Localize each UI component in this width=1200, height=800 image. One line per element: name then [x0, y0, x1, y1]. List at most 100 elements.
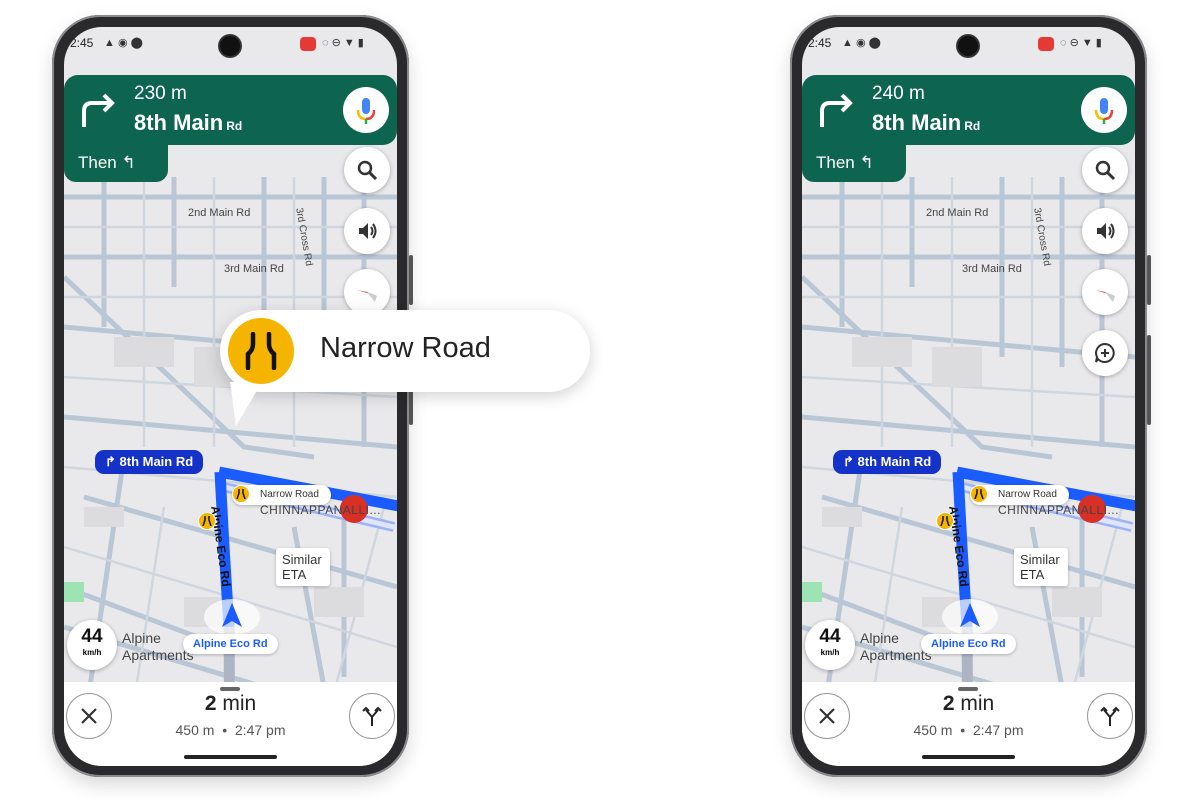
turn-left-icon: ↰ [121, 153, 136, 172]
route-options-button[interactable] [349, 693, 395, 739]
alternate-routes-icon [1100, 706, 1120, 726]
speedometer: 44 km/h [805, 620, 855, 670]
then-instruction[interactable]: Then ↰ [802, 145, 906, 182]
power-button [409, 255, 413, 305]
turn-left-icon: ↰ [859, 153, 874, 172]
duration-value: 2 [204, 692, 217, 715]
alternate-route-eta[interactable]: Similar ETA [1014, 548, 1068, 586]
front-camera [958, 36, 978, 56]
compass-button[interactable] [344, 269, 390, 315]
hazard-text: Narrow Road [260, 489, 319, 500]
trip-distance: 450 m [175, 722, 215, 738]
voice-search-button[interactable] [1081, 87, 1127, 133]
street-name: 8th Main [134, 110, 224, 135]
arrival-time: 2:47 pm [972, 722, 1024, 738]
voice-search-button[interactable] [343, 87, 389, 133]
sound-button[interactable] [344, 208, 390, 254]
home-indicator[interactable] [184, 755, 277, 759]
phone-2: 2:45 ▲ ◉ ⬤ ◌ ⊖ ▼ ▮ 240 m 8th Main Rd Then… [790, 15, 1151, 777]
search-button[interactable] [1082, 147, 1128, 193]
then-label: Then [78, 153, 117, 172]
street-suffix: Rd [226, 119, 243, 133]
separator: • [222, 722, 228, 738]
route-options-button[interactable] [1087, 693, 1133, 739]
duration-unit: min [960, 692, 995, 715]
turn-distance: 230 m [134, 83, 187, 104]
narrow-road-icon[interactable] [198, 512, 216, 530]
volume-button [1147, 335, 1151, 425]
narrow-road-callout: Narrow Road [220, 310, 590, 426]
then-instruction[interactable]: Then ↰ [64, 145, 168, 182]
search-icon [357, 160, 378, 181]
turn-street: 8th Main Rd [134, 110, 242, 136]
trip-details: 450 m • 2:47 pm [64, 722, 397, 738]
narrow-road-icon [228, 318, 294, 384]
map-label-area: CHINNAPPANALLI... [260, 503, 381, 517]
compass-icon [1095, 290, 1115, 302]
microphone-icon [356, 98, 376, 124]
speed-unit: km/h [82, 648, 102, 657]
volume-icon [1097, 223, 1115, 239]
turn-street: 8th Main Rd [872, 110, 980, 136]
speed-value: 44 [819, 626, 841, 647]
duration-unit: min [222, 692, 257, 715]
navigation-status-icons: ▲ ◉ ⬤ [842, 37, 881, 49]
current-road-label: Alpine Eco Rd [921, 634, 1016, 654]
status-time: 2:45 [808, 36, 832, 50]
navigation-status-icons: ▲ ◉ ⬤ [104, 37, 143, 49]
then-label: Then [816, 153, 855, 172]
search-icon [1095, 160, 1116, 181]
status-time: 2:45 [70, 36, 94, 50]
arrival-time: 2:47 pm [234, 722, 286, 738]
screen-record-icon [300, 37, 316, 51]
map-label-road: 3rd Main Rd [224, 263, 284, 275]
map-label-road: 3rd Main Rd [962, 263, 1022, 275]
alternate-route-eta[interactable]: Similar ETA [276, 548, 330, 586]
front-camera [220, 36, 240, 56]
home-indicator[interactable] [922, 755, 1015, 759]
system-status-icons: ◌ ⊖ ▼ ▮ [1060, 37, 1102, 49]
street-suffix: Rd [964, 119, 981, 133]
direction-banner[interactable]: 240 m 8th Main Rd [802, 75, 1135, 145]
drag-handle[interactable] [958, 687, 978, 691]
turn-distance: 240 m [872, 83, 925, 104]
trip-distance: 450 m [913, 722, 953, 738]
trip-sheet[interactable]: 2 min 450 m • 2:47 pm [802, 682, 1135, 766]
screen-record-icon [1038, 37, 1054, 51]
route-street-label: ↱ 8th Main Rd [95, 450, 204, 474]
trip-details: 450 m • 2:47 pm [802, 722, 1135, 738]
narrow-road-icon[interactable] [232, 485, 250, 503]
power-button [1147, 255, 1151, 305]
map-label-area: CHINNAPPANALLI... [998, 503, 1119, 517]
trip-duration: 2 min [64, 692, 397, 716]
callout-label: Narrow Road [320, 332, 491, 364]
route-street-text: 8th Main Rd [119, 454, 194, 469]
drag-handle[interactable] [220, 687, 240, 691]
turn-right-icon [82, 93, 115, 127]
hazard-text: Narrow Road [998, 489, 1057, 500]
direction-banner[interactable]: 230 m 8th Main Rd [64, 75, 397, 145]
speed-unit: km/h [820, 648, 840, 657]
trip-sheet[interactable]: 2 min 450 m • 2:47 pm [64, 682, 397, 766]
separator: • [960, 722, 966, 738]
alternate-routes-icon [362, 706, 382, 726]
trip-duration: 2 min [802, 692, 1135, 716]
microphone-icon [1094, 98, 1114, 124]
compass-button[interactable] [1082, 269, 1128, 315]
duration-value: 2 [942, 692, 955, 715]
screen: 2:45 ▲ ◉ ⬤ ◌ ⊖ ▼ ▮ 240 m 8th Main Rd Then… [802, 27, 1135, 766]
map-label-road: 2nd Main Rd [926, 207, 989, 219]
volume-icon [359, 223, 377, 239]
street-name: 8th Main [872, 110, 962, 135]
add-report-icon [1095, 342, 1115, 363]
route-street-text: 8th Main Rd [857, 454, 932, 469]
add-report-button[interactable] [1082, 330, 1128, 376]
narrow-road-icon[interactable] [970, 485, 988, 503]
route-street-label: ↱ 8th Main Rd [833, 450, 942, 474]
system-status-icons: ◌ ⊖ ▼ ▮ [322, 37, 364, 49]
narrow-road-icon[interactable] [936, 512, 954, 530]
callout-tail [230, 382, 262, 426]
current-road-label: Alpine Eco Rd [183, 634, 278, 654]
search-button[interactable] [344, 147, 390, 193]
sound-button[interactable] [1082, 208, 1128, 254]
